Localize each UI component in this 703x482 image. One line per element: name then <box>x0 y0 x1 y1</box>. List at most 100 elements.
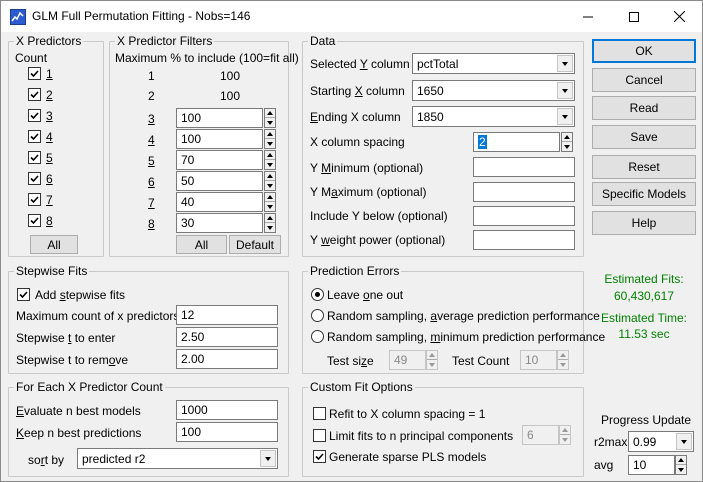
random-minimum-label: Random sampling, minimum prediction perf… <box>327 330 606 344</box>
random-average-radio[interactable] <box>311 309 324 322</box>
estimated-fits-value: 60,430,617 <box>613 289 675 303</box>
starting-x-dropdown[interactable]: 1650 <box>412 80 575 101</box>
spin-down-icon[interactable] <box>562 142 572 151</box>
close-button[interactable] <box>656 1 702 32</box>
chevron-down-icon[interactable] <box>557 108 573 125</box>
chevron-down-icon[interactable] <box>260 450 276 467</box>
spin-down-icon[interactable] <box>676 465 686 474</box>
spin-up-icon[interactable] <box>265 214 275 223</box>
test-size-input[interactable]: 49 <box>389 350 426 370</box>
x-predictor-checkbox-8[interactable] <box>28 214 41 227</box>
read-button[interactable]: Read <box>592 96 696 120</box>
x-spacing-input[interactable]: 2 <box>473 132 560 152</box>
random-minimum-radio[interactable] <box>311 330 324 343</box>
spin-down-icon[interactable] <box>265 181 275 190</box>
evaluate-input[interactable]: 1000 <box>176 400 278 420</box>
stepwise-title: Stepwise Fits <box>14 264 90 278</box>
test-size-stepper[interactable] <box>426 350 438 370</box>
maximize-button[interactable] <box>611 1 657 32</box>
spin-down-icon[interactable] <box>265 160 275 169</box>
help-button[interactable]: Help <box>592 211 696 235</box>
selected-y-dropdown[interactable]: pctTotal <box>412 53 575 74</box>
include-y-below-input[interactable] <box>473 206 575 226</box>
specific-models-button[interactable]: Specific Models <box>592 182 696 206</box>
y-weight-input[interactable] <box>473 230 575 250</box>
add-stepwise-checkbox[interactable] <box>17 288 30 301</box>
filter-stepper-6[interactable] <box>264 171 276 191</box>
spin-up-icon[interactable] <box>560 426 570 435</box>
y-min-input[interactable] <box>473 157 575 177</box>
t-enter-input[interactable]: 2.50 <box>176 327 278 347</box>
spin-up-icon[interactable] <box>427 351 437 360</box>
x-spacing-stepper[interactable] <box>561 132 573 152</box>
filter-input-4[interactable]: 100 <box>176 129 263 149</box>
spin-down-icon[interactable] <box>427 360 437 369</box>
save-button[interactable]: Save <box>592 125 696 149</box>
filter-stepper-3[interactable] <box>264 108 276 128</box>
filter-stepper-4[interactable] <box>264 129 276 149</box>
limit-input[interactable]: 6 <box>522 425 559 445</box>
sort-by-dropdown[interactable]: predicted r2 <box>77 448 278 469</box>
y-max-input[interactable] <box>473 182 575 202</box>
reset-button[interactable]: Reset <box>592 155 696 179</box>
limit-stepper[interactable] <box>559 425 571 445</box>
title-bar[interactable]: GLM Full Permutation Fitting - Nobs=146 <box>1 1 702 32</box>
spin-up-icon[interactable] <box>265 172 275 181</box>
add-stepwise-label: Add stepwise fits <box>35 288 126 302</box>
sparse-checkbox[interactable] <box>313 450 326 463</box>
avg-stepper[interactable] <box>675 455 687 475</box>
filter-input-6[interactable]: 50 <box>176 171 263 191</box>
x-predictor-checkbox-1[interactable] <box>28 67 41 80</box>
spin-up-icon[interactable] <box>558 351 568 360</box>
r2max-dropdown[interactable]: 0.99 <box>628 431 694 452</box>
sparse-label: Generate sparse PLS models <box>329 450 487 464</box>
filter-input-5[interactable]: 70 <box>176 150 263 170</box>
spin-down-icon[interactable] <box>560 435 570 444</box>
chevron-down-icon[interactable] <box>557 55 573 72</box>
checkmark-icon <box>30 70 39 78</box>
x-predictor-checkbox-3[interactable] <box>28 109 41 122</box>
filters-default-button[interactable]: Default <box>229 235 281 254</box>
avg-input[interactable]: 10 <box>628 455 675 475</box>
leave-one-out-radio[interactable] <box>311 288 324 301</box>
filter-static-value-1: 100 <box>220 69 241 83</box>
minimize-button[interactable] <box>565 1 611 32</box>
x-predictor-checkbox-7[interactable] <box>28 193 41 206</box>
spin-up-icon[interactable] <box>265 193 275 202</box>
filter-stepper-7[interactable] <box>264 192 276 212</box>
filters-title: X Predictor Filters <box>115 34 215 48</box>
filters-all-button[interactable]: All <box>176 235 227 254</box>
x-predictors-all-button[interactable]: All <box>30 235 78 254</box>
spin-down-icon[interactable] <box>265 118 275 127</box>
filter-stepper-5[interactable] <box>264 150 276 170</box>
chevron-down-icon[interactable] <box>557 82 573 99</box>
x-predictor-checkbox-6[interactable] <box>28 172 41 185</box>
x-predictor-checkbox-4[interactable] <box>28 130 41 143</box>
refit-checkbox[interactable] <box>313 407 326 420</box>
t-remove-input[interactable]: 2.00 <box>176 349 278 369</box>
test-count-input[interactable]: 10 <box>520 350 557 370</box>
test-count-stepper[interactable] <box>557 350 569 370</box>
filter-input-8[interactable]: 30 <box>176 213 263 233</box>
cancel-button[interactable]: Cancel <box>592 68 696 92</box>
spin-up-icon[interactable] <box>676 456 686 465</box>
filter-stepper-8[interactable] <box>264 213 276 233</box>
x-predictor-checkbox-5[interactable] <box>28 151 41 164</box>
max-count-input[interactable]: 12 <box>176 305 278 325</box>
spin-down-icon[interactable] <box>265 223 275 232</box>
ending-x-dropdown[interactable]: 1850 <box>412 106 575 127</box>
spin-down-icon[interactable] <box>265 139 275 148</box>
filter-input-3[interactable]: 100 <box>176 108 263 128</box>
spin-up-icon[interactable] <box>562 133 572 142</box>
x-predictor-checkbox-2[interactable] <box>28 88 41 101</box>
chevron-down-icon[interactable] <box>676 433 692 450</box>
spin-down-icon[interactable] <box>265 202 275 211</box>
ok-button[interactable]: OK <box>592 39 696 63</box>
filter-input-7[interactable]: 40 <box>176 192 263 212</box>
spin-up-icon[interactable] <box>265 109 275 118</box>
spin-up-icon[interactable] <box>265 130 275 139</box>
keep-input[interactable]: 100 <box>176 422 278 442</box>
spin-down-icon[interactable] <box>558 360 568 369</box>
limit-checkbox[interactable] <box>313 429 326 442</box>
spin-up-icon[interactable] <box>265 151 275 160</box>
